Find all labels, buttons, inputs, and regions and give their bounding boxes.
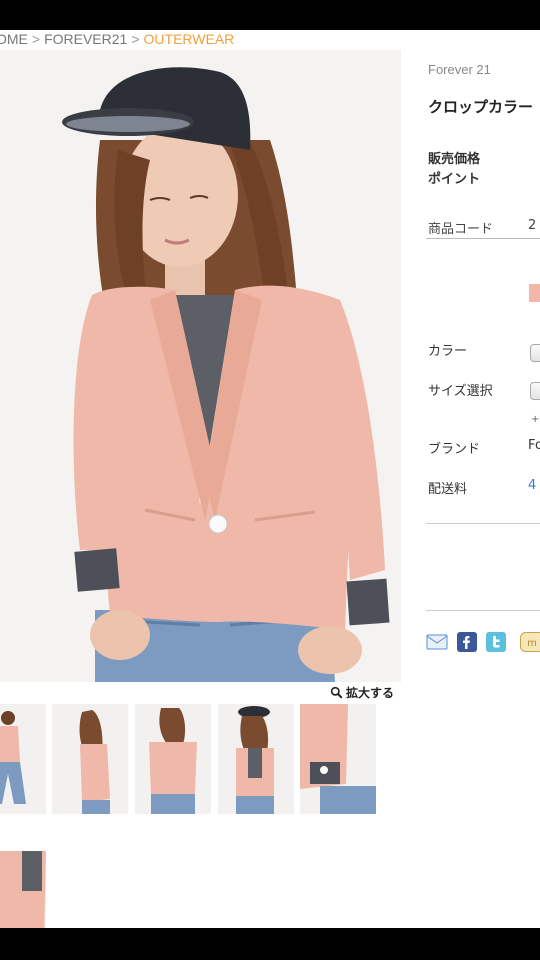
breadcrumb-home[interactable]: OME [0,31,28,47]
product-page: OME > FOREVER21 > OUTERWEAR 拡大する Forever… [0,30,540,928]
divider [426,610,540,611]
breadcrumb: OME > FOREVER21 > OUTERWEAR [0,30,234,48]
divider [426,238,540,239]
bottom-black-bar [0,928,540,960]
product-title: クロップカラー [428,98,534,116]
product-code-label: 商品コード [428,222,494,237]
point-label: ポイント [428,172,481,187]
thumbnail[interactable] [0,704,46,814]
size-select[interactable] [530,382,540,400]
thumbnail[interactable] [218,704,294,814]
twitter-icon[interactable] [486,632,506,652]
top-black-bar [0,0,540,30]
brand-label: ブランド [428,442,481,457]
product-code-value: 2 [528,218,537,233]
thumbnail[interactable] [0,851,46,928]
breadcrumb-brand[interactable]: FOREVER21 [44,31,127,47]
brand-value[interactable]: Fo [528,438,540,453]
thumbnail[interactable] [300,704,376,814]
size-plus: + [531,414,540,425]
mail-icon[interactable] [426,632,448,652]
thumbnail[interactable] [135,704,211,814]
color-select[interactable] [530,344,540,362]
brand-name[interactable]: Forever 21 [428,62,491,77]
magnifier-icon [330,686,343,699]
main-product-image[interactable] [0,50,401,682]
shipping-label: 配送料 [428,482,468,497]
facebook-icon[interactable] [457,632,477,652]
mixi-icon[interactable]: m [520,632,540,652]
shipping-value[interactable]: 4 [528,478,536,493]
svg-text:m: m [527,638,537,649]
color-swatch[interactable] [529,284,540,302]
color-label: カラー [428,344,468,359]
zoom-label: 拡大する [346,686,395,700]
size-label: サイズ選択 [428,384,493,399]
zoom-button[interactable]: 拡大する [330,684,394,701]
thumbnail[interactable] [52,704,128,814]
price-label: 販売価格 [428,152,481,167]
divider [426,523,540,524]
breadcrumb-separator: > [131,31,140,47]
breadcrumb-separator: > [31,31,41,47]
breadcrumb-current[interactable]: OUTERWEAR [144,31,235,47]
